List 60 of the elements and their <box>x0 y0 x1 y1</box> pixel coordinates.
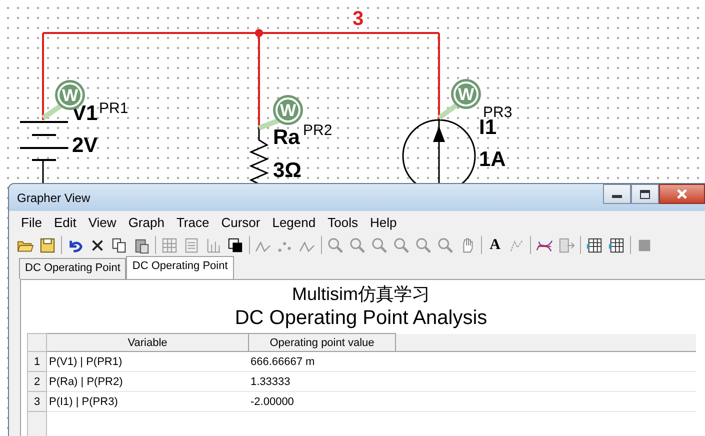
probe-symbol: W <box>280 101 296 120</box>
menu-item[interactable]: View <box>82 212 122 232</box>
component-value: 3Ω <box>273 159 302 182</box>
grid-icon[interactable] <box>161 236 178 254</box>
zoom-icon[interactable] <box>327 236 344 254</box>
menu-item[interactable]: File <box>15 212 48 232</box>
component-value: 1A <box>479 148 506 171</box>
row-number: 1 <box>28 352 46 372</box>
analysis-subtitle: DC Operating Point Analysis <box>234 306 488 330</box>
close-icon <box>677 189 687 199</box>
menu-item[interactable]: Tools <box>322 212 364 232</box>
component-value: 2V <box>72 134 98 157</box>
table-cell: P(I1) | P(PR3) <box>46 392 248 412</box>
column-header[interactable]: Operating point value <box>248 334 396 352</box>
export-icon[interactable] <box>558 236 575 254</box>
column-header[interactable]: Variable <box>46 334 248 352</box>
zoom-icon[interactable] <box>393 236 410 254</box>
copy-icon[interactable] <box>111 236 128 254</box>
table-cell: P(Ra) | P(PR2) <box>46 372 248 392</box>
menu-item[interactable]: Edit <box>48 212 82 232</box>
menu-item[interactable]: Help <box>364 212 403 232</box>
paste-icon[interactable] <box>133 236 150 254</box>
zoom-icon[interactable] <box>349 236 366 254</box>
probe-icon <box>438 79 481 120</box>
menu-item[interactable]: Legend <box>266 212 322 232</box>
table-cell: 1.33333 <box>248 372 396 392</box>
row-number: 3 <box>28 392 46 412</box>
zoom-icon[interactable] <box>371 236 388 254</box>
probe-icon <box>258 95 303 130</box>
menu-item[interactable]: Graph <box>122 212 170 232</box>
background-icon[interactable] <box>227 236 244 254</box>
menu-item[interactable]: Trace <box>170 212 216 232</box>
spreadsheet-icon[interactable] <box>586 236 603 254</box>
maximize-icon <box>640 190 650 198</box>
probe-label: PR1 <box>99 100 128 117</box>
zoom-icon[interactable] <box>437 236 454 254</box>
table-cell: P(V1) | P(PR1) <box>46 352 248 372</box>
junction-dot <box>255 29 263 37</box>
minimize-button[interactable] <box>603 184 631 204</box>
spreadsheet-icon[interactable] <box>608 236 625 254</box>
save-icon[interactable] <box>39 236 56 254</box>
close-button[interactable] <box>659 184 705 204</box>
probe-symbol: W <box>458 85 474 104</box>
ticks-icon[interactable] <box>205 236 222 254</box>
menu-item[interactable]: Cursor <box>215 212 266 232</box>
zoom-icon[interactable] <box>415 236 432 254</box>
window-title: Grapher View <box>17 190 92 204</box>
tab[interactable]: DC Operating Point <box>126 256 234 280</box>
table-cell: 666.66667 m <box>248 352 396 372</box>
legend-icon[interactable] <box>183 236 200 254</box>
maximize-button[interactable] <box>631 184 659 204</box>
probe-symbol: W <box>62 86 78 105</box>
text-tool[interactable]: A <box>487 236 503 254</box>
net-label: 3 <box>352 8 364 30</box>
probe-label: PR2 <box>303 122 332 139</box>
table-cell: -2.00000 <box>248 392 396 412</box>
component-name: Ra <box>273 126 300 149</box>
analysis-title: Multisim仿真学习 <box>292 283 430 306</box>
row-number: 2 <box>28 372 46 392</box>
tab[interactable]: DC Operating Point <box>19 258 126 279</box>
